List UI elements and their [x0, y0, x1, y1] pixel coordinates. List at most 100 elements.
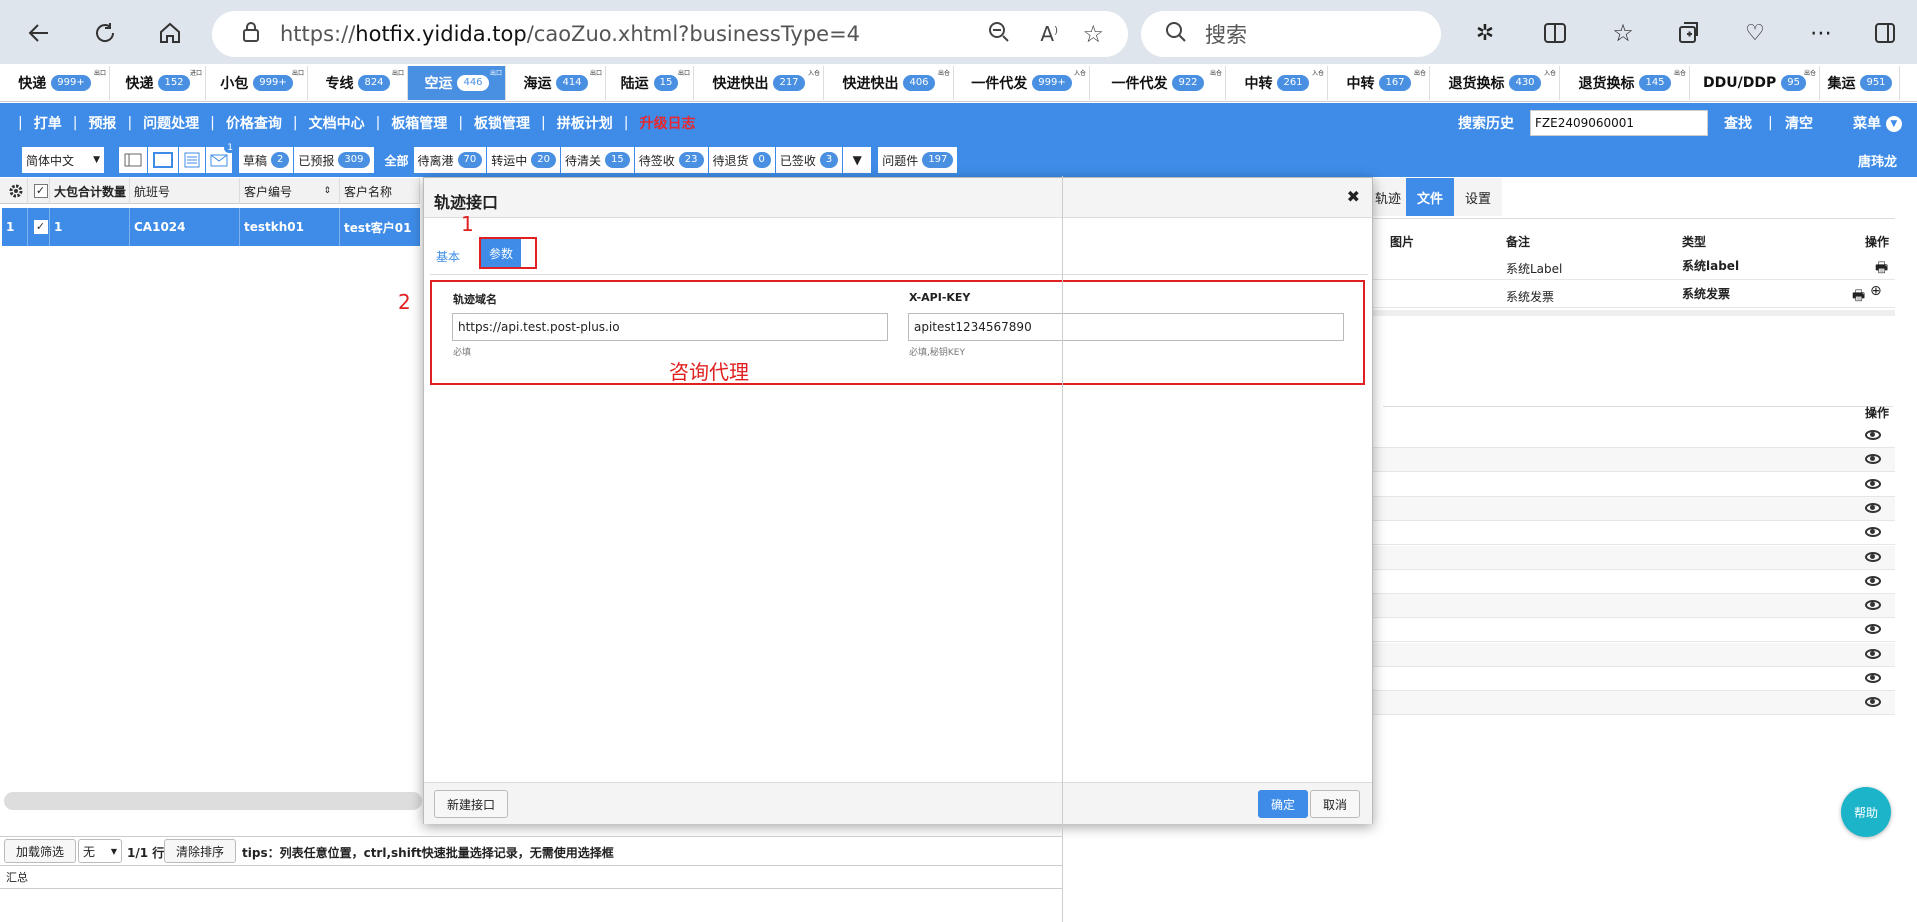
status-filter[interactable]: 待退货 0: [708, 147, 775, 173]
col-flight[interactable]: 航班号: [130, 178, 240, 204]
module-tab[interactable]: 陆运 15 出口: [606, 66, 694, 100]
toolbar-item[interactable]: 价格查询: [226, 113, 282, 133]
favorites-icon[interactable]: ☆: [1604, 14, 1642, 52]
search-input[interactable]: FZE2409060001: [1530, 110, 1708, 136]
horizontal-scrollbar[interactable]: [4, 792, 422, 810]
eye-icon[interactable]: [1865, 551, 1881, 562]
status-filter[interactable]: 待离港 70: [413, 147, 487, 173]
file-row[interactable]: 系统Label 系统label 🖶: [1370, 252, 1895, 280]
module-tab[interactable]: 中转 261 入仓: [1226, 66, 1328, 100]
col-bag-qty[interactable]: 大包合计数量: [50, 178, 130, 204]
eye-icon[interactable]: [1865, 600, 1881, 611]
close-icon[interactable]: ✖: [1347, 187, 1360, 206]
status-all[interactable]: 全部: [380, 147, 413, 173]
eye-icon[interactable]: [1865, 624, 1881, 635]
module-tab[interactable]: 快递 152 进口: [110, 66, 206, 100]
list-item[interactable]: [1370, 691, 1895, 716]
layout-left-icon[interactable]: [119, 147, 147, 173]
toolbar-item[interactable]: 板锁管理: [474, 113, 530, 133]
eye-icon[interactable]: [1865, 673, 1881, 683]
read-aloud-icon[interactable]: A): [1040, 22, 1058, 46]
module-tab[interactable]: 空运 446 出口: [408, 66, 506, 100]
module-tab[interactable]: 小包 999+ 出口: [206, 66, 308, 100]
module-tab[interactable]: DDU/DDP 95 出仓: [1690, 66, 1820, 100]
address-bar[interactable]: https://hotfix.yidida.top/caoZuo.xhtml?b…: [212, 11, 1128, 57]
list-item[interactable]: [1370, 472, 1895, 497]
toolbar-item[interactable]: 文档中心: [309, 113, 365, 133]
module-tab[interactable]: 快递 999+ 出口: [0, 66, 110, 100]
status-filter[interactable]: 已签收 3: [775, 147, 843, 173]
module-tab[interactable]: 中转 167 出仓: [1328, 66, 1430, 100]
split-screen-icon[interactable]: [1536, 14, 1574, 52]
list-item[interactable]: [1370, 667, 1895, 691]
gear-icon[interactable]: [0, 178, 28, 204]
tab-track[interactable]: 轨迹: [1370, 178, 1406, 216]
sidebar-icon[interactable]: [1866, 14, 1904, 52]
search-history-label[interactable]: 搜索历史: [1458, 113, 1514, 133]
layout-full-icon[interactable]: [148, 147, 178, 173]
tab-files[interactable]: 文件: [1406, 178, 1454, 216]
module-tab[interactable]: 集运 951: [1820, 66, 1900, 100]
select-all-checkbox[interactable]: ✓: [28, 178, 50, 204]
tab-basic[interactable]: 基本: [428, 238, 468, 274]
module-tab[interactable]: 退货换标 430 入仓: [1430, 66, 1560, 100]
health-icon[interactable]: ♡: [1736, 14, 1774, 52]
cancel-button[interactable]: 取消: [1310, 790, 1360, 818]
zoom-icon[interactable]: [988, 21, 1010, 48]
collections-icon[interactable]: [1670, 14, 1708, 52]
eye-icon[interactable]: [1865, 430, 1881, 440]
help-button[interactable]: 帮助: [1841, 787, 1891, 837]
list-item[interactable]: [1370, 642, 1895, 667]
tab-settings[interactable]: 设置: [1454, 178, 1502, 216]
status-more-chevron-icon[interactable]: ▼: [843, 147, 872, 173]
favorite-star-icon[interactable]: ☆: [1082, 20, 1104, 48]
filter-select[interactable]: 无 ▼: [78, 839, 122, 863]
clear-button[interactable]: 清空: [1785, 113, 1813, 133]
eye-icon[interactable]: [1865, 527, 1881, 538]
menu-button[interactable]: 菜单 ▼: [1853, 113, 1902, 133]
domain-input[interactable]: https://api.test.post-plus.io: [452, 313, 888, 341]
clear-sort-button[interactable]: 清除排序: [164, 839, 236, 863]
row-checkbox[interactable]: ✓: [28, 208, 50, 246]
list-item[interactable]: [1370, 618, 1895, 643]
more-icon[interactable]: ⋯: [1802, 14, 1840, 52]
printer-icon[interactable]: 🖶: [1852, 285, 1865, 309]
module-tab[interactable]: 一件代发 999+ 入仓: [954, 66, 1090, 100]
eye-icon[interactable]: [1865, 478, 1881, 489]
extensions-icon[interactable]: ✲: [1466, 14, 1504, 52]
col-customer-code[interactable]: 客户编号 ⇕: [240, 178, 340, 204]
status-draft[interactable]: 草稿 2: [239, 147, 294, 173]
new-interface-button[interactable]: 新建接口: [434, 790, 508, 818]
toolbar-item[interactable]: 预报: [88, 113, 116, 133]
module-tab[interactable]: 快进快出 217 入仓: [694, 66, 824, 100]
toolbar-upgrade-log[interactable]: 升级日志: [639, 113, 695, 133]
list-icon[interactable]: [179, 147, 205, 173]
home-icon[interactable]: [151, 14, 189, 52]
col-customer-name[interactable]: 客户名称: [340, 178, 420, 204]
status-filter[interactable]: 待签收 23: [634, 147, 708, 173]
user-name[interactable]: 唐玮龙: [1858, 151, 1897, 170]
eye-icon[interactable]: [1865, 697, 1881, 708]
toolbar-item[interactable]: 拼板计划: [557, 113, 613, 133]
toolbar-item[interactable]: 问题处理: [143, 113, 199, 133]
list-item[interactable]: [1370, 448, 1895, 473]
list-item[interactable]: [1370, 545, 1895, 570]
download-icon[interactable]: ⊕: [1870, 283, 1882, 299]
list-item[interactable]: [1370, 424, 1895, 448]
status-filter[interactable]: 转运中 20: [487, 147, 561, 173]
list-item[interactable]: [1370, 496, 1895, 521]
browser-search[interactable]: 搜索: [1141, 11, 1441, 57]
status-problem[interactable]: 问题件 197: [878, 147, 958, 173]
list-item[interactable]: [1370, 569, 1895, 594]
confirm-button[interactable]: 确定: [1258, 790, 1308, 818]
back-icon[interactable]: [20, 14, 58, 52]
toolbar-item[interactable]: 打单: [34, 113, 62, 133]
module-tab[interactable]: 快进快出 406 出仓: [824, 66, 954, 100]
status-forecasted[interactable]: 已预报 309: [294, 147, 374, 173]
table-row[interactable]: 1 ✓ 1 CA1024 testkh01 test客户01: [2, 208, 420, 246]
module-tab[interactable]: 一件代发 922 出仓: [1090, 66, 1226, 100]
module-tab[interactable]: 海运 414 出口: [506, 66, 606, 100]
find-button[interactable]: 查找: [1724, 113, 1752, 133]
status-filter[interactable]: 待清关 15: [561, 147, 634, 173]
module-tab[interactable]: 退货换标 145 出仓: [1560, 66, 1690, 100]
